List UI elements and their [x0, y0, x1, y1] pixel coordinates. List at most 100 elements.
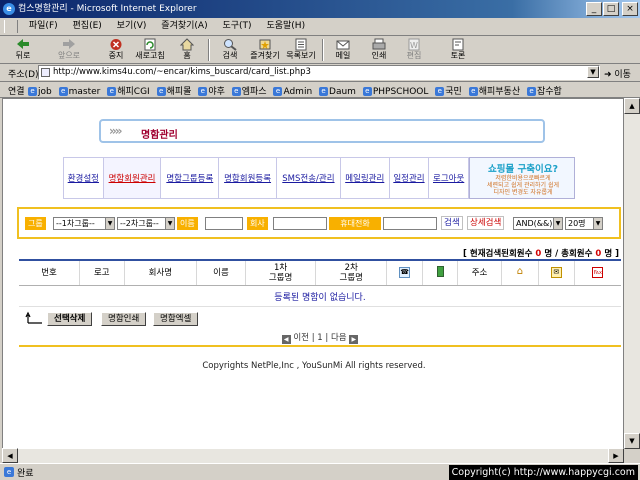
shop-banner-line: 디자인 변경도 자유롭게	[493, 189, 553, 196]
minimize-button[interactable]: _	[586, 2, 602, 16]
page-current[interactable]: 1	[317, 333, 322, 343]
toolbar-grip	[4, 20, 18, 33]
col-company: 회사명	[124, 261, 198, 286]
link-item[interactable]: 야후	[198, 84, 225, 97]
address-dropdown-icon[interactable]: ▼	[587, 66, 599, 78]
nav-logout[interactable]: 로그아웃	[428, 157, 469, 199]
link-item[interactable]: 잡수합	[527, 84, 562, 97]
menu-edit[interactable]: 편집(E)	[67, 18, 108, 35]
link-item[interactable]: Daum	[319, 87, 356, 97]
back-button[interactable]: 뒤로	[6, 37, 40, 63]
found-label: 현재검색된회원수	[469, 249, 533, 259]
col-mail: ✉	[538, 261, 575, 286]
next-arrow-icon[interactable]: ▶	[349, 335, 359, 344]
mail-button[interactable]: 메일	[326, 37, 360, 63]
link-item[interactable]: 해피부동산	[469, 84, 520, 97]
link-item[interactable]: 해피몰	[157, 84, 192, 97]
search-link[interactable]: 검색	[441, 216, 463, 230]
next-link[interactable]: 다음	[331, 333, 347, 343]
nav-mailing[interactable]: 메일링관리	[339, 157, 390, 199]
stop-label: 중지	[108, 51, 124, 60]
card-table: 번호 로고 회사명 이름 1차 그룹명 2차 그룹명 ☎ 주소 ⌂ ✉ ℻	[19, 261, 621, 286]
empty-message: 등록된 명함이 없습니다.	[19, 289, 621, 307]
member-count: [ 현재검색된회원수 0 명 / 총회원수 0 명 ]	[403, 247, 619, 259]
menu-tools[interactable]: 도구(T)	[216, 18, 257, 35]
phone-input[interactable]	[383, 217, 437, 230]
close-button[interactable]: ×	[622, 2, 638, 16]
favorites-button[interactable]: 즐겨찾기	[248, 37, 282, 63]
shop-banner[interactable]: 쇼핑몰 구축이요? 저렴한비용으로빠르게 세련되고 쉽게 관리하기 쉽게 디자인…	[469, 157, 575, 199]
horizontal-scrollbar[interactable]: ◀ ▶	[2, 448, 624, 463]
group2-select[interactable]: --2차그룹-- ▼	[117, 217, 175, 230]
history-button[interactable]: 목록보기	[284, 37, 318, 63]
search-button[interactable]: 검색	[213, 37, 247, 63]
address-input[interactable]: http://www.kims4u.com/~encar/kims_buscar…	[38, 65, 600, 80]
col-logo: 로고	[79, 261, 125, 286]
scroll-right-icon[interactable]: ▶	[608, 448, 624, 463]
home-button[interactable]: 홈	[170, 37, 204, 63]
go-button[interactable]: ➜ 이동	[604, 67, 631, 80]
print-cards-button[interactable]: 명함인쇄	[101, 312, 147, 326]
back-arrow-icon	[17, 39, 29, 49]
group1-value: --1차그룹--	[56, 219, 95, 228]
discuss-label: 토론	[450, 51, 466, 60]
forward-button[interactable]: 앞으로	[52, 37, 86, 63]
logic-select[interactable]: AND(&&) ▼	[513, 217, 563, 230]
nav-settings[interactable]: 환경설정	[63, 157, 104, 199]
scroll-up-icon[interactable]: ▲	[624, 98, 640, 114]
scroll-down-icon[interactable]: ▼	[624, 433, 640, 449]
chevron-down-icon: ▼	[553, 218, 562, 229]
fax-icon: ℻	[592, 267, 604, 279]
link-item[interactable]: job	[28, 87, 52, 97]
link-item[interactable]: Admin	[273, 87, 312, 97]
menu-view[interactable]: 보기(V)	[111, 18, 153, 35]
link-item[interactable]: 해피CGI	[107, 84, 149, 97]
name-input[interactable]	[205, 217, 243, 230]
prev-link[interactable]: 이전	[293, 333, 309, 343]
maximize-button[interactable]: □	[603, 2, 619, 16]
link-item[interactable]: 엠파스	[232, 84, 267, 97]
link-item[interactable]: PHPSCHOOL	[363, 87, 429, 97]
found-count: 0	[535, 249, 542, 259]
page-done-icon: e	[4, 467, 14, 477]
stop-button[interactable]: 중지	[99, 37, 133, 63]
standard-toolbar: 뒤로 앞으로 중지 새로고침 홈 검색 즐겨찾기 목록보기 메일 인쇄 W 편집	[0, 36, 640, 64]
prev-arrow-icon[interactable]: ◀	[281, 335, 291, 344]
toolbar-separator	[322, 39, 324, 61]
print-button[interactable]: 인쇄	[362, 37, 396, 63]
vertical-scrollbar[interactable]: ▲ ▼	[624, 98, 640, 449]
menu-help[interactable]: 도움말(H)	[260, 18, 311, 35]
menu-file[interactable]: 파일(F)	[23, 18, 64, 35]
delete-selected-button[interactable]: 선택삭제	[47, 312, 93, 326]
action-row: 선택삭제 명함인쇄 명함엑셀	[19, 309, 621, 329]
nav-group-register[interactable]: 명함그룹등록	[160, 157, 220, 199]
col-home: ⌂	[501, 261, 539, 286]
edit-button[interactable]: W 편집	[397, 37, 431, 63]
count-bracket: ]	[615, 249, 619, 259]
excel-button[interactable]: 명함엑셀	[153, 312, 199, 326]
nav-member-manage[interactable]: 명함회원관리	[102, 157, 162, 199]
mail-icon: ✉	[550, 267, 562, 279]
refresh-button[interactable]: 새로고침	[133, 37, 167, 63]
table-header-row: 번호 로고 회사명 이름 1차 그룹명 2차 그룹명 ☎ 주소 ⌂ ✉ ℻	[19, 261, 621, 286]
address-url: http://www.kims4u.com/~encar/kims_buscar…	[53, 67, 311, 77]
discuss-button[interactable]: 토론	[441, 37, 475, 63]
footer-copyright: Copyrights NetPle,Inc , YouSunMi All rig…	[202, 361, 426, 371]
col-number: 번호	[19, 261, 81, 286]
total-count: 0	[595, 249, 602, 259]
col-group2: 2차 그룹명	[315, 261, 388, 286]
group1-select[interactable]: --1차그룹-- ▼	[53, 217, 115, 230]
main-nav: 환경설정 명함회원관리 명함그룹등록 명함회원등록 SMS전송/관리 메일링관리…	[63, 157, 469, 199]
home-label: 홈	[183, 51, 191, 60]
link-item[interactable]: master	[59, 87, 101, 97]
nav-member-register[interactable]: 명함회원등록	[218, 157, 277, 199]
detail-search-link[interactable]: 상세검색	[467, 216, 505, 230]
nav-sms[interactable]: SMS전송/관리	[275, 157, 341, 199]
per-page-select[interactable]: 20명 ▼	[565, 217, 603, 230]
scroll-left-icon[interactable]: ◀	[2, 448, 18, 463]
menu-favorites[interactable]: 즐겨찾기(A)	[155, 18, 213, 35]
company-input[interactable]	[273, 217, 327, 230]
per-page-value: 20명	[568, 219, 586, 228]
nav-schedule[interactable]: 일정관리	[388, 157, 430, 199]
link-item[interactable]: 국민	[435, 84, 462, 97]
